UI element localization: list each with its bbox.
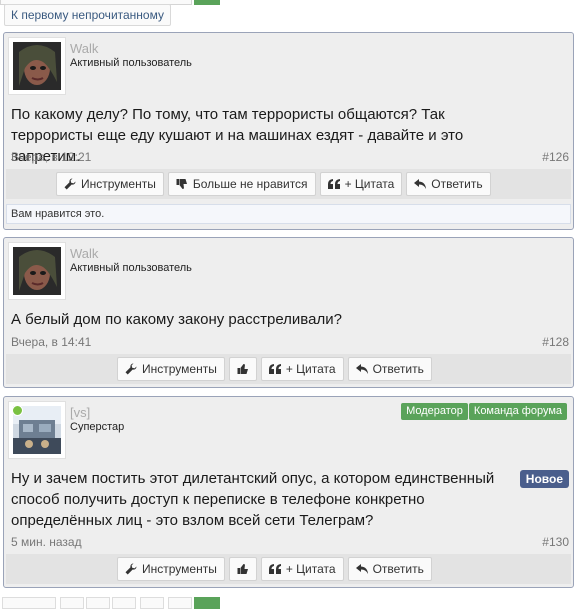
avatar[interactable]	[8, 37, 66, 95]
pagination-partial[interactable]	[2, 597, 56, 609]
post-date[interactable]: Вчера, в 12:21	[11, 150, 91, 164]
avatar[interactable]	[8, 242, 66, 300]
quote-button[interactable]: + Цитата	[260, 557, 344, 581]
quote-button[interactable]: + Цитата	[260, 357, 344, 381]
likes-summary: Вам нравится это.	[6, 204, 571, 224]
thumbs-down-icon	[176, 178, 188, 190]
quote-label: + Цитата	[344, 177, 395, 191]
username[interactable]: Walk	[70, 246, 98, 261]
post-number[interactable]: #128	[542, 335, 569, 349]
pagination-partial[interactable]	[60, 597, 84, 609]
tools-label: Инструменты	[142, 362, 217, 376]
post-date[interactable]: 5 мин. назад	[11, 535, 82, 549]
quote-icon	[268, 564, 281, 574]
post-date[interactable]: Вчера, в 14:41	[11, 335, 91, 349]
tools-button[interactable]: Инструменты	[117, 357, 225, 381]
wrench-icon	[125, 563, 137, 575]
reply-button[interactable]: Ответить	[406, 172, 491, 196]
post-header: Walk Активный пользователь	[8, 242, 569, 304]
wrench-icon	[64, 178, 76, 190]
post-header: [vs] Суперстар Модератор Команда форума	[8, 401, 569, 463]
username[interactable]: Walk	[70, 41, 98, 56]
quote-icon	[327, 179, 340, 189]
post-actions: Инструменты Больше не нравится + Цитата …	[6, 169, 571, 199]
post-128: Walk Активный пользователь А белый дом п…	[3, 237, 574, 388]
top-partial-green-control	[194, 0, 220, 5]
pagination-partial[interactable]	[112, 597, 136, 609]
quote-label: + Цитата	[285, 362, 336, 376]
user-title: Активный пользователь	[70, 57, 192, 69]
pagination-partial[interactable]	[86, 597, 110, 609]
reply-button[interactable]: Ответить	[347, 357, 432, 381]
avatar[interactable]	[8, 401, 66, 459]
post-number[interactable]: #130	[542, 535, 569, 549]
post-message: Ну и зачем постить этот дилетантский опу…	[11, 470, 495, 529]
avatar-image	[13, 247, 61, 295]
tools-label: Инструменты	[81, 177, 156, 191]
quote-label: + Цитата	[285, 562, 336, 576]
user-title: Суперстар	[70, 421, 125, 433]
like-button[interactable]	[228, 357, 257, 381]
unlike-button[interactable]: Больше не нравится	[167, 172, 316, 196]
pagination-partial[interactable]	[140, 597, 164, 609]
user-title: Активный пользователь	[70, 262, 192, 274]
online-indicator	[12, 405, 23, 416]
reply-label: Ответить	[372, 562, 424, 576]
like-button[interactable]	[228, 557, 257, 581]
post-number[interactable]: #126	[542, 150, 569, 164]
quote-icon	[268, 364, 281, 374]
unlike-label: Больше не нравится	[192, 177, 308, 191]
post-header: Walk Активный пользователь	[8, 37, 569, 99]
quote-button[interactable]: + Цитата	[319, 172, 403, 196]
thumbs-up-icon	[237, 363, 249, 375]
avatar-image	[13, 42, 61, 90]
moderator-badge: Модератор	[401, 403, 468, 420]
reply-label: Ответить	[431, 177, 483, 191]
reply-button[interactable]: Ответить	[347, 557, 432, 581]
first-unread-button[interactable]: К первому непрочитанному	[4, 4, 171, 26]
tools-button[interactable]: Инструменты	[117, 557, 225, 581]
user-badges: Модератор Команда форума	[401, 403, 567, 420]
post-actions: Инструменты + Цитата Ответить	[6, 554, 571, 584]
new-post-badge: Новое	[519, 470, 569, 488]
thumbs-up-icon	[237, 563, 249, 575]
reply-arrow-icon	[414, 179, 427, 189]
tools-label: Инструменты	[142, 562, 217, 576]
reply-arrow-icon	[355, 564, 368, 574]
post-126: Walk Активный пользователь По какому дел…	[3, 32, 574, 230]
reply-label: Ответить	[372, 362, 424, 376]
post-message: А белый дом по какому закону расстрелива…	[11, 311, 342, 328]
reply-arrow-icon	[355, 364, 368, 374]
staff-badge: Команда форума	[468, 403, 567, 420]
post-actions: Инструменты + Цитата Ответить	[6, 354, 571, 384]
wrench-icon	[125, 363, 137, 375]
post-130: [vs] Суперстар Модератор Команда форума …	[3, 396, 574, 588]
tools-button[interactable]: Инструменты	[56, 172, 164, 196]
username[interactable]: [vs]	[70, 405, 90, 420]
pagination-current-partial[interactable]	[194, 597, 220, 609]
pagination-partial[interactable]	[168, 597, 192, 609]
